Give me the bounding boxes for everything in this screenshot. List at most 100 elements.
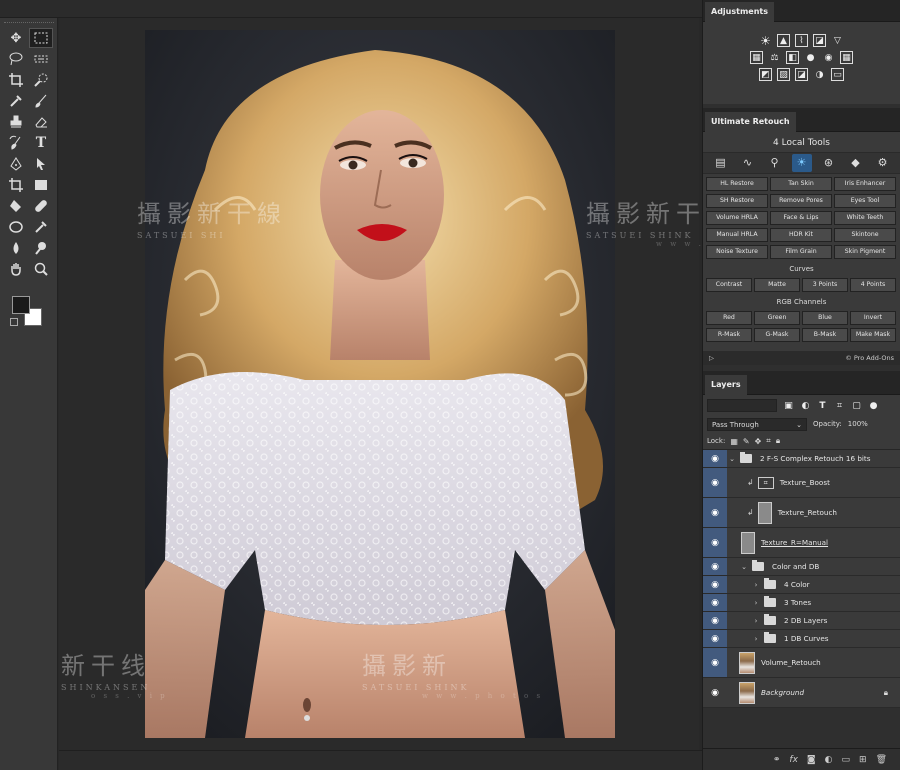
rgb-channel-button[interactable]: Make Mask bbox=[850, 328, 896, 342]
adjustment-layer-icon[interactable]: ◐ bbox=[825, 755, 833, 765]
layer-row[interactable]: ◉ Background 🔒︎ bbox=[703, 678, 900, 708]
collapse-arrow-icon[interactable]: › bbox=[751, 635, 761, 643]
settings-icon[interactable]: ⚙ bbox=[873, 154, 893, 172]
trash-icon[interactable]: 🗑︎ bbox=[876, 755, 887, 765]
channel-mixer-icon[interactable]: ◉ bbox=[822, 51, 835, 64]
rgb-channel-button[interactable]: Invert bbox=[850, 311, 896, 325]
color-lookup-icon[interactable]: ▦ bbox=[840, 51, 853, 64]
document-canvas[interactable]: 攝影新干線 SATSUEI SHI 攝影新干 SATSUEI SHINK w w… bbox=[59, 18, 774, 750]
local-tool-button[interactable]: Volume HRLA bbox=[706, 211, 768, 225]
layer-row[interactable]: ◉ Texture_R=Manual bbox=[703, 528, 900, 558]
tab-adjustments[interactable]: Adjustments bbox=[705, 2, 774, 22]
rgb-channel-button[interactable]: B-Mask bbox=[802, 328, 848, 342]
healing-brush-tool-icon[interactable] bbox=[29, 196, 53, 216]
curves-button[interactable]: 4 Points bbox=[850, 278, 896, 292]
layer-row[interactable]: ◉ › 4 Color bbox=[703, 576, 900, 594]
hue-saturation-icon[interactable]: ▦ bbox=[750, 51, 763, 64]
new-layer-icon[interactable]: ⊞ bbox=[859, 755, 867, 765]
play-icon[interactable]: ▷ bbox=[709, 354, 714, 362]
expand-arrow-icon[interactable]: ⌄ bbox=[727, 455, 737, 463]
blur-tool-icon[interactable] bbox=[4, 238, 28, 258]
new-group-icon[interactable]: ▭ bbox=[842, 755, 851, 765]
rgb-channel-button[interactable]: R-Mask bbox=[706, 328, 752, 342]
frame-tool-icon[interactable] bbox=[4, 175, 28, 195]
layer-row[interactable]: ◉ ↲ ⌗ Texture_Boost bbox=[703, 468, 900, 498]
color-balance-icon[interactable]: ⚖ bbox=[768, 51, 781, 64]
add-mask-icon[interactable]: ◙ bbox=[807, 755, 816, 765]
move-tool-icon[interactable]: ✥ bbox=[4, 28, 28, 48]
visibility-toggle[interactable]: ◉ bbox=[703, 612, 727, 629]
local-tool-button[interactable]: HDR Kit bbox=[770, 228, 832, 242]
local-tool-button[interactable]: Tan Skin bbox=[770, 177, 832, 191]
image-filter-icon[interactable]: ▣ bbox=[783, 400, 794, 411]
link-layers-icon[interactable]: ⚭ bbox=[773, 755, 781, 765]
layer-row[interactable]: ◉ › 1 DB Curves bbox=[703, 630, 900, 648]
layer-row[interactable]: ◉ ⌄ Color and DB bbox=[703, 558, 900, 576]
layer-row[interactable]: ◉ › 3 Tones bbox=[703, 594, 900, 612]
foreground-color-swatch[interactable] bbox=[12, 296, 30, 314]
collapse-arrow-icon[interactable]: › bbox=[751, 617, 761, 625]
rectangular-marquee-tool-icon[interactable] bbox=[29, 28, 53, 48]
dodge-tool-icon[interactable] bbox=[29, 238, 53, 258]
curves-button[interactable]: Matte bbox=[754, 278, 800, 292]
visibility-toggle[interactable]: ◉ bbox=[703, 678, 727, 707]
clone-stamp-tool-icon[interactable] bbox=[4, 112, 28, 132]
panel-grip[interactable] bbox=[4, 22, 54, 26]
default-colors-icon[interactable] bbox=[10, 318, 18, 326]
search-icon[interactable]: ⚲ bbox=[765, 154, 785, 172]
visibility-toggle[interactable]: ◉ bbox=[703, 630, 727, 647]
quick-selection-tool-icon[interactable] bbox=[29, 70, 53, 90]
layer-row[interactable]: ◉ › 2 DB Layers bbox=[703, 612, 900, 630]
lock-artboard-icon[interactable]: ⌗ bbox=[766, 436, 771, 446]
visibility-toggle[interactable]: ◉ bbox=[703, 576, 727, 593]
pulse-icon[interactable]: ∿ bbox=[738, 154, 758, 172]
selective-color-icon[interactable]: ◑ bbox=[813, 68, 826, 81]
pro-addons-link[interactable]: © Pro Add-Ons bbox=[845, 354, 894, 362]
lasso-tool-icon[interactable] bbox=[4, 49, 28, 69]
rgb-channel-button[interactable]: G-Mask bbox=[754, 328, 800, 342]
invert-icon[interactable]: ◩ bbox=[759, 68, 772, 81]
local-tool-button[interactable]: Noise Texture bbox=[706, 245, 768, 259]
local-tool-button[interactable]: Skin Pigment bbox=[834, 245, 896, 259]
visibility-toggle[interactable]: ◉ bbox=[703, 648, 727, 677]
lock-all-icon[interactable]: 🔒︎ bbox=[776, 436, 780, 446]
layer-kind-select[interactable] bbox=[707, 399, 777, 412]
local-tool-button[interactable]: Eyes Tool bbox=[834, 194, 896, 208]
local-tool-button[interactable]: Remove Pores bbox=[770, 194, 832, 208]
color-sampler-tool-icon[interactable] bbox=[29, 217, 53, 237]
content-aware-tool-icon[interactable] bbox=[29, 49, 53, 69]
tab-layers[interactable]: Layers bbox=[705, 375, 747, 395]
opacity-value[interactable]: 100% bbox=[848, 418, 868, 431]
eyedropper-tool-icon[interactable] bbox=[4, 91, 28, 111]
rgb-channel-button[interactable]: Blue bbox=[802, 311, 848, 325]
posterize-icon[interactable]: ▨ bbox=[777, 68, 790, 81]
shape-filter-icon[interactable]: ⌗ bbox=[834, 400, 845, 411]
visibility-toggle[interactable]: ◉ bbox=[703, 468, 727, 497]
local-tool-button[interactable]: Iris Enhancer bbox=[834, 177, 896, 191]
local-tool-button[interactable]: Face & Lips bbox=[770, 211, 832, 225]
curves-button[interactable]: 3 Points bbox=[802, 278, 848, 292]
expand-arrow-icon[interactable]: ⌄ bbox=[739, 563, 749, 571]
visibility-toggle[interactable]: ◉ bbox=[703, 594, 727, 611]
exposure-icon[interactable]: ◪ bbox=[813, 34, 826, 47]
diamond-icon[interactable]: ◆ bbox=[846, 154, 866, 172]
pen-tool-icon[interactable] bbox=[4, 154, 28, 174]
path-selection-tool-icon[interactable] bbox=[29, 154, 53, 174]
zoom-tool-icon[interactable] bbox=[29, 259, 53, 279]
collapse-arrow-icon[interactable]: › bbox=[751, 599, 761, 607]
threshold-icon[interactable]: ◪ bbox=[795, 68, 808, 81]
lock-transparency-icon[interactable]: ▦ bbox=[730, 437, 738, 446]
sun-icon[interactable]: ☀ bbox=[791, 154, 812, 172]
layer-row[interactable]: ◉ Volume_Retouch bbox=[703, 648, 900, 678]
layer-row[interactable]: ◉ ⌄ 2 F-S Complex Retouch 16 bits bbox=[703, 450, 900, 468]
vibrance-icon[interactable]: ▽ bbox=[831, 34, 844, 47]
color-circles-icon[interactable]: ⊛ bbox=[819, 154, 839, 172]
filter-toggle-icon[interactable]: ● bbox=[868, 400, 879, 411]
gradient-map-icon[interactable]: ▭ bbox=[831, 68, 844, 81]
type-filter-icon[interactable]: T bbox=[817, 400, 828, 411]
local-tool-button[interactable]: HL Restore bbox=[706, 177, 768, 191]
hand-tool-icon[interactable] bbox=[4, 259, 28, 279]
rgb-channel-button[interactable]: Red bbox=[706, 311, 752, 325]
paint-bucket-tool-icon[interactable] bbox=[4, 196, 28, 216]
collapse-arrow-icon[interactable]: › bbox=[751, 581, 761, 589]
